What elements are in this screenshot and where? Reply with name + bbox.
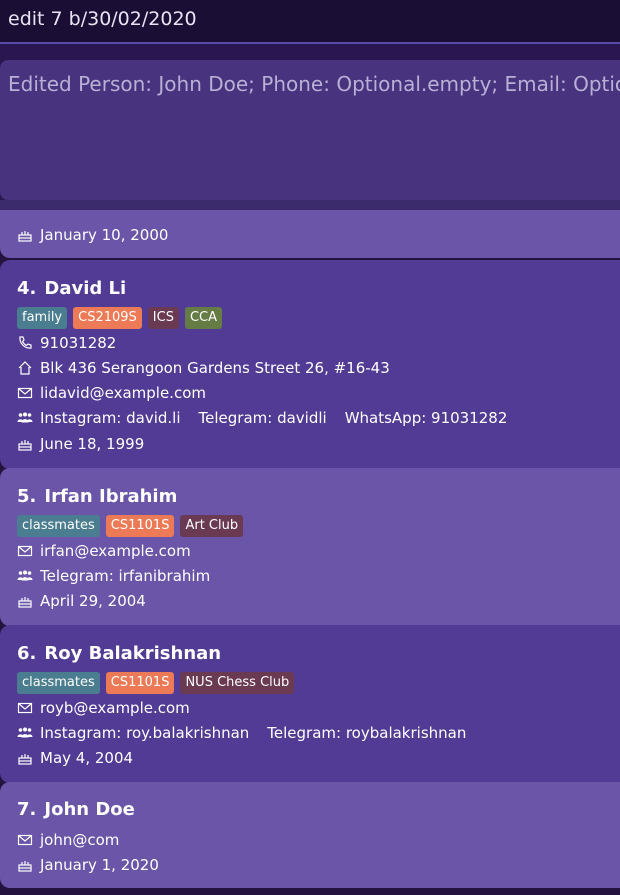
birthday-row: June 18, 1999 <box>17 434 144 454</box>
social-handle: Instagram: david.li <box>40 409 181 427</box>
person-index: 6. <box>17 643 37 664</box>
socials-row: Telegram: irfanibrahim <box>17 566 210 586</box>
tag: Art Club <box>180 515 244 537</box>
social-handle: WhatsApp: 91031282 <box>344 409 508 427</box>
tag-list: classmates CS1101S Art Club <box>17 515 244 537</box>
panel-divider <box>0 200 620 210</box>
email-text: lidavid@example.com <box>40 384 206 402</box>
tag: CS2109S <box>73 307 142 329</box>
email-row: lidavid@example.com <box>17 383 206 403</box>
command-input[interactable]: edit 7 b/30/02/2020 <box>8 8 197 30</box>
people-icon <box>17 410 33 426</box>
tag: classmates <box>17 515 100 537</box>
envelope-icon <box>17 385 33 401</box>
person-card[interactable]: 5. Irfan Ibrahim classmates CS1101S Art C… <box>0 468 620 626</box>
tag: CS1101S <box>105 515 175 537</box>
tag: ICS <box>147 307 179 329</box>
tag: CS1101S <box>105 672 175 694</box>
people-icon <box>17 568 33 584</box>
tag: family <box>17 307 68 329</box>
email-row: irfan@example.com <box>17 541 191 561</box>
person-name-text: Irfan Ibrahim <box>44 486 178 507</box>
envelope-icon <box>17 543 33 559</box>
person-name-text: Roy Balakrishnan <box>44 643 222 664</box>
tag: classmates <box>17 672 100 694</box>
birthday-text: April 29, 2004 <box>40 592 146 610</box>
envelope-icon <box>17 700 33 716</box>
command-box[interactable]: edit 7 b/30/02/2020 <box>0 0 620 44</box>
cake-icon <box>17 436 33 452</box>
social-handle: Telegram: roybalakrishnan <box>267 724 467 742</box>
birthday-text: May 4, 2004 <box>40 749 134 767</box>
person-card[interactable]: January 10, 2000 <box>0 210 620 258</box>
phone-icon <box>17 335 33 351</box>
person-name: 5. Irfan Ibrahim <box>17 486 177 507</box>
result-message: Edited Person: John Doe; Phone: Optional… <box>8 72 620 96</box>
address-text: Blk 436 Serangoon Gardens Street 26, #16… <box>40 359 390 377</box>
socials-row: Instagram: roy.balakrishnan Telegram: ro… <box>17 723 466 743</box>
result-display: Edited Person: John Doe; Phone: Optional… <box>0 60 620 200</box>
person-card[interactable]: 4. David Li family CS2109S ICS CCA 910312… <box>0 260 620 469</box>
person-card[interactable]: 7. John Doe john@com January 1, 2020 <box>0 782 620 888</box>
social-handle: Telegram: davidli <box>198 409 327 427</box>
email-text: royb@example.com <box>40 699 190 717</box>
birthday-text: January 10, 2000 <box>40 226 169 244</box>
person-index: 7. <box>17 799 37 820</box>
birthday-row: January 1, 2020 <box>17 855 159 875</box>
tag-list: family CS2109S ICS CCA <box>17 307 223 329</box>
tag: CCA <box>184 307 223 329</box>
cake-icon <box>17 227 33 243</box>
email-text: irfan@example.com <box>40 542 191 560</box>
person-index: 5. <box>17 486 37 507</box>
birthday-row: January 10, 2000 <box>17 225 168 245</box>
person-name-text: David Li <box>44 278 127 299</box>
person-name-text: John Doe <box>44 799 135 820</box>
home-icon <box>17 360 33 376</box>
tag-list: classmates CS1101S NUS Chess Club <box>17 672 295 694</box>
birthday-text: January 1, 2020 <box>40 856 159 874</box>
social-handle: Telegram: irfanibrahim <box>40 567 211 585</box>
person-name: 4. David Li <box>17 278 126 299</box>
people-icon <box>17 725 33 741</box>
person-name: 6. Roy Balakrishnan <box>17 643 221 664</box>
birthday-row: May 4, 2004 <box>17 748 133 768</box>
phone-row: 91031282 <box>17 333 116 353</box>
person-name: 7. John Doe <box>17 799 135 820</box>
person-list[interactable]: January 10, 2000 4. David Li family CS210… <box>0 210 620 895</box>
email-row: royb@example.com <box>17 698 190 718</box>
email-row: john@com <box>17 830 119 850</box>
person-index: 4. <box>17 278 37 299</box>
cake-icon <box>17 593 33 609</box>
address-row: Blk 436 Serangoon Gardens Street 26, #16… <box>17 358 390 378</box>
cake-icon <box>17 857 33 873</box>
social-handle: Instagram: roy.balakrishnan <box>40 724 250 742</box>
socials-row: Instagram: david.li Telegram: davidli Wh… <box>17 408 507 428</box>
birthday-row: April 29, 2004 <box>17 591 146 611</box>
phone-text: 91031282 <box>40 334 117 352</box>
tag: NUS Chess Club <box>180 672 295 694</box>
cake-icon <box>17 750 33 766</box>
person-card[interactable]: 6. Roy Balakrishnan classmates CS1101S NU… <box>0 625 620 783</box>
birthday-text: June 18, 1999 <box>40 435 145 453</box>
envelope-icon <box>17 832 33 848</box>
email-text: john@com <box>40 831 120 849</box>
